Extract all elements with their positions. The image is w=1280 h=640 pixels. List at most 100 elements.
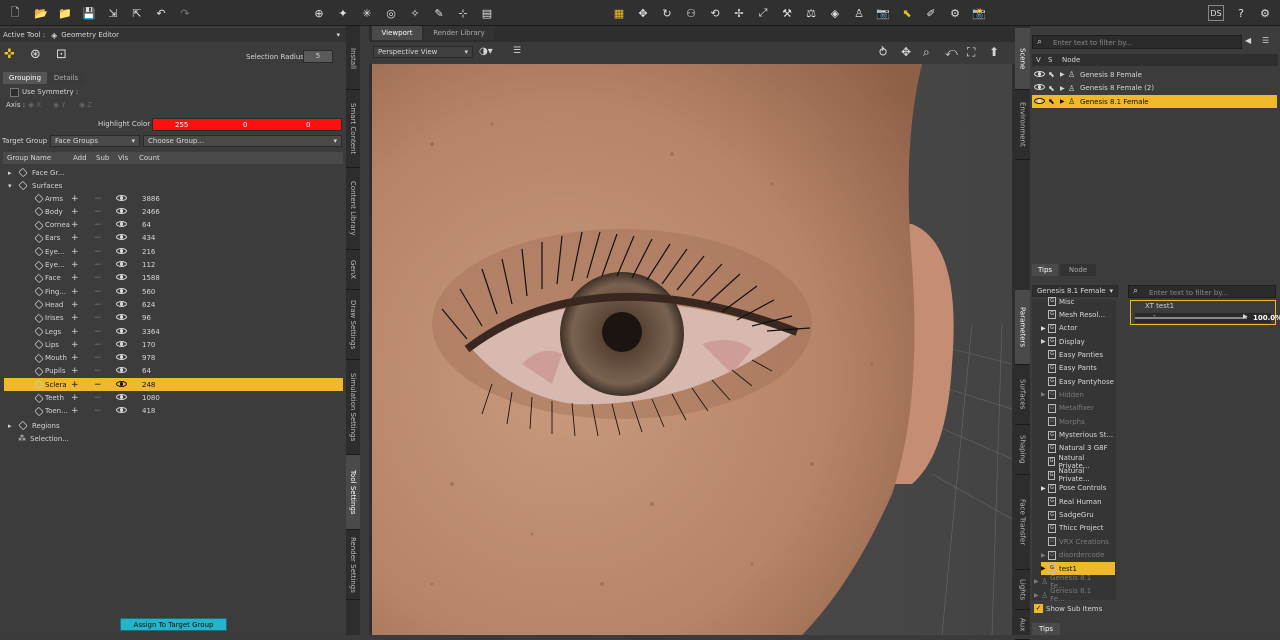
visibility-icon[interactable] (116, 354, 127, 362)
sub-icon[interactable]: − (94, 353, 102, 363)
scene-node-row[interactable]: ⬉ ▶ ♙ Genesis 8.1 Female (1032, 95, 1277, 108)
visibility-icon[interactable] (116, 300, 127, 309)
add-icon[interactable]: + (71, 220, 79, 230)
sub-icon[interactable]: − (94, 393, 102, 403)
expand-icon[interactable]: ▶ (1060, 85, 1068, 92)
visibility-icon[interactable] (116, 367, 127, 375)
property-group-item[interactable]: G Morphs (1041, 415, 1115, 428)
active-tool-value[interactable]: Geometry Editor (61, 31, 119, 39)
col-node[interactable]: Node (1062, 56, 1080, 64)
point-light-icon[interactable]: ◎ (382, 4, 400, 22)
tab-grouping[interactable]: Grouping (3, 72, 47, 84)
visibility-icon[interactable] (116, 327, 127, 336)
show-sub-items-checkbox[interactable]: ✓ (1034, 604, 1043, 613)
expand-icon[interactable]: ▶ (1041, 391, 1048, 398)
vtab-simulation-settings[interactable]: Simulation Settings (346, 360, 360, 455)
vtab-content-library[interactable]: Content Library (346, 168, 360, 250)
visibility-icon[interactable] (116, 247, 127, 256)
joint-editor-icon[interactable]: ⚒ (778, 4, 796, 22)
property-group-item[interactable]: G Easy Panties (1041, 348, 1115, 361)
tab-details[interactable]: Details (48, 72, 84, 84)
visibility-icon[interactable] (116, 261, 127, 269)
vtab-smart-content[interactable]: Smart Content (346, 90, 360, 168)
add-icon[interactable]: + (71, 273, 79, 283)
expand-icon[interactable]: ▶ (1041, 552, 1048, 559)
open-folder-icon[interactable]: 📂 (32, 4, 50, 22)
sub-icon[interactable]: − (94, 406, 102, 416)
tab-tips[interactable]: Tips (1032, 264, 1058, 276)
add-icon[interactable]: + (71, 393, 79, 403)
sub-icon[interactable]: − (94, 287, 102, 297)
spotlight-icon[interactable]: ✦ (334, 4, 352, 22)
selectable-icon[interactable]: ⬉ (1048, 70, 1060, 79)
assign-to-target-group-button[interactable]: Assign To Target Group (120, 618, 227, 631)
add-icon[interactable]: + (71, 207, 79, 217)
axis-z-radio[interactable]: ◉ Z (79, 101, 92, 109)
export-icon[interactable]: ⇱ (128, 4, 146, 22)
visibility-icon[interactable] (1034, 84, 1048, 92)
sub-icon[interactable]: − (94, 327, 102, 337)
sub-icon[interactable]: − (94, 313, 102, 323)
universal-tool-icon[interactable]: ✥ (634, 4, 652, 22)
property-group-item[interactable]: G Easy Pantyhose (1041, 375, 1115, 388)
col-add[interactable]: Add (73, 154, 87, 162)
scene-prev-icon[interactable]: ◀ (1245, 36, 1257, 48)
property-value[interactable]: 100.0% (1253, 314, 1280, 322)
visibility-icon[interactable] (116, 380, 127, 389)
pan-camera-icon[interactable]: ✥ (901, 45, 911, 59)
axis-x-radio[interactable]: ◉ X (28, 101, 41, 109)
camera-icon[interactable]: 📷 (874, 4, 892, 22)
col-group-name[interactable]: Group Name (7, 154, 51, 162)
add-icon[interactable]: + (71, 233, 79, 243)
surface-row[interactable]: Legs + − 3364 (4, 325, 343, 338)
add-icon[interactable]: + (71, 247, 79, 257)
vtab-environment[interactable]: Environment (1015, 90, 1030, 160)
translate-tool-icon[interactable]: ✢ (730, 4, 748, 22)
visibility-icon[interactable] (116, 221, 127, 229)
tree-face-groups[interactable]: ▸ Face Gr... (4, 166, 343, 179)
import-icon[interactable]: ⇲ (104, 4, 122, 22)
surface-row[interactable]: Cornea + − 64 (4, 219, 343, 232)
render-settings-icon[interactable]: ⚙ (946, 4, 964, 22)
add-icon[interactable]: + (71, 366, 79, 376)
scale-tool-icon[interactable]: ⤢ (754, 4, 772, 22)
property-group-item[interactable]: ▶ G Pose Controls (1041, 482, 1115, 495)
sub-icon[interactable]: − (94, 260, 102, 270)
selectable-icon[interactable]: ⬉ (1048, 84, 1060, 93)
expand-icon[interactable]: ▶ (1060, 98, 1068, 105)
camera-wand-icon[interactable]: ✎ (430, 4, 448, 22)
scene-filter-input[interactable]: ⌕ Enter text to filter by... (1032, 35, 1242, 49)
sub-icon[interactable]: − (94, 273, 102, 283)
vtab-face-transfer[interactable]: Face Transfer (1015, 475, 1030, 570)
sub-icon[interactable]: − (94, 220, 102, 230)
add-icon[interactable]: + (71, 340, 79, 350)
tab-viewport[interactable]: Viewport (372, 26, 422, 40)
sub-icon[interactable]: − (94, 247, 102, 257)
expand-icon[interactable]: ▶ (1041, 485, 1048, 492)
visibility-icon[interactable] (1034, 97, 1048, 106)
sub-icon[interactable]: − (94, 194, 102, 204)
property-group-item[interactable]: ▶ G Display (1041, 335, 1115, 348)
surface-row[interactable]: Eye... + − 112 (4, 259, 343, 272)
marquee-select-icon[interactable]: ⊛ (30, 47, 48, 65)
render-icon[interactable]: 📸 (970, 4, 988, 22)
vtab-parameters[interactable]: Parameters (1015, 290, 1030, 365)
property-xt-test1[interactable]: XT test1 - ▶ 100.0% (1130, 300, 1280, 325)
surface-row[interactable]: Ears + − 434 (4, 232, 343, 245)
col-sub[interactable]: Sub (96, 154, 109, 162)
sub-icon[interactable]: − (94, 207, 102, 217)
highlight-g[interactable]: 0 (243, 121, 247, 129)
frame-icon[interactable]: ⛶ (967, 45, 975, 60)
property-group-item[interactable]: G Real Human (1041, 495, 1115, 508)
redo-icon[interactable]: ↷ (176, 4, 194, 22)
expand-icon[interactable]: ▶ (1034, 592, 1041, 599)
figure-icon[interactable]: ♙ (850, 4, 868, 22)
vtab-tool-settings[interactable]: Tool Settings (346, 455, 360, 530)
dolly-camera-icon[interactable]: ⤺ (945, 45, 958, 60)
visibility-icon[interactable] (1034, 70, 1048, 79)
property-group-item[interactable]: G Natural Private... (1041, 467, 1115, 483)
bottom-tab-tips[interactable]: Tips (1032, 623, 1060, 635)
active-pose-icon[interactable]: ⚇ (682, 4, 700, 22)
home-icon[interactable]: ⬆ (989, 45, 999, 59)
node-rotate-icon[interactable]: ↻ (658, 4, 676, 22)
